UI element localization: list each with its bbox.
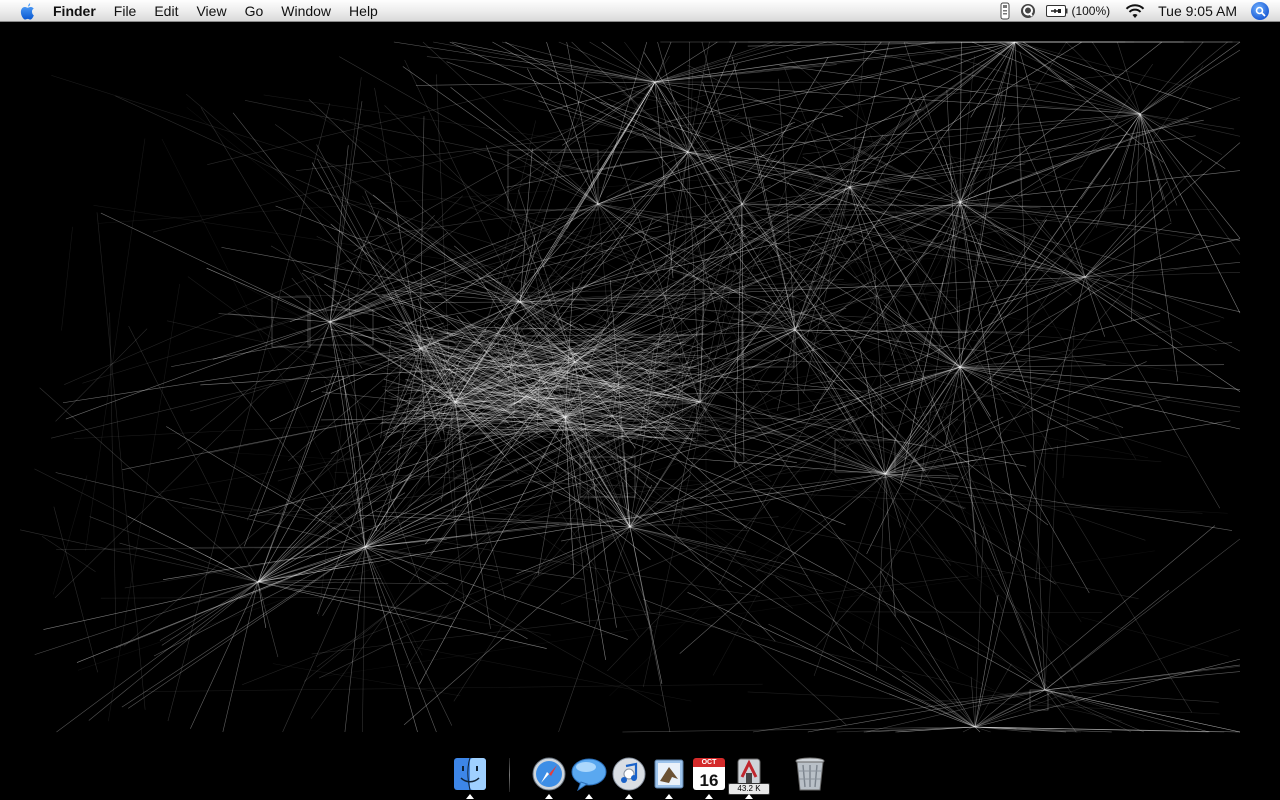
menu-bar: Finder File Edit View Go Window Help (10… [0, 0, 1280, 22]
mail-icon[interactable] [651, 756, 687, 792]
menu-file[interactable]: File [105, 0, 146, 22]
ichat-running-indicator [585, 794, 593, 799]
menu-go[interactable]: Go [236, 0, 273, 22]
apple-icon[interactable] [16, 0, 38, 22]
trash-icon[interactable] [792, 756, 828, 792]
menu-app-finder[interactable]: Finder [44, 0, 105, 22]
menu-window[interactable]: Window [272, 0, 340, 22]
itunes-running-indicator [625, 794, 633, 799]
ical-running-indicator [705, 794, 713, 799]
line-web-artwork [19, 41, 1241, 733]
safari-icon[interactable] [531, 756, 567, 792]
battery-percent: (100%) [1071, 4, 1111, 18]
dock-separator [509, 758, 510, 792]
dock: OCT 16 43.2 K [0, 750, 1280, 800]
airport-status-icon[interactable] [1000, 0, 1010, 22]
desktop-wallpaper [0, 22, 1280, 800]
safari-running-indicator [545, 794, 553, 799]
itunes-icon[interactable] [611, 756, 647, 792]
quicktime-icon[interactable] [1020, 0, 1036, 22]
finder-running-indicator [466, 794, 474, 799]
menu-view[interactable]: View [187, 0, 235, 22]
menu-clock[interactable]: Tue 9:05 AM [1158, 3, 1237, 19]
spotlight-icon[interactable] [1251, 2, 1269, 20]
finder-icon[interactable] [452, 756, 488, 792]
ical-icon[interactable]: OCT 16 [691, 756, 727, 792]
wifi-icon[interactable] [1125, 0, 1145, 22]
activity-monitor-running-indicator [745, 794, 753, 799]
battery-icon[interactable]: (100%) [1046, 0, 1110, 22]
menu-edit[interactable]: Edit [145, 0, 187, 22]
menu-help[interactable]: Help [340, 0, 387, 22]
ichat-icon[interactable] [571, 756, 607, 792]
mail-running-indicator [665, 794, 673, 799]
activity-monitor-icon[interactable]: 43.2 K [728, 756, 770, 795]
ical-day: 16 [693, 767, 725, 790]
